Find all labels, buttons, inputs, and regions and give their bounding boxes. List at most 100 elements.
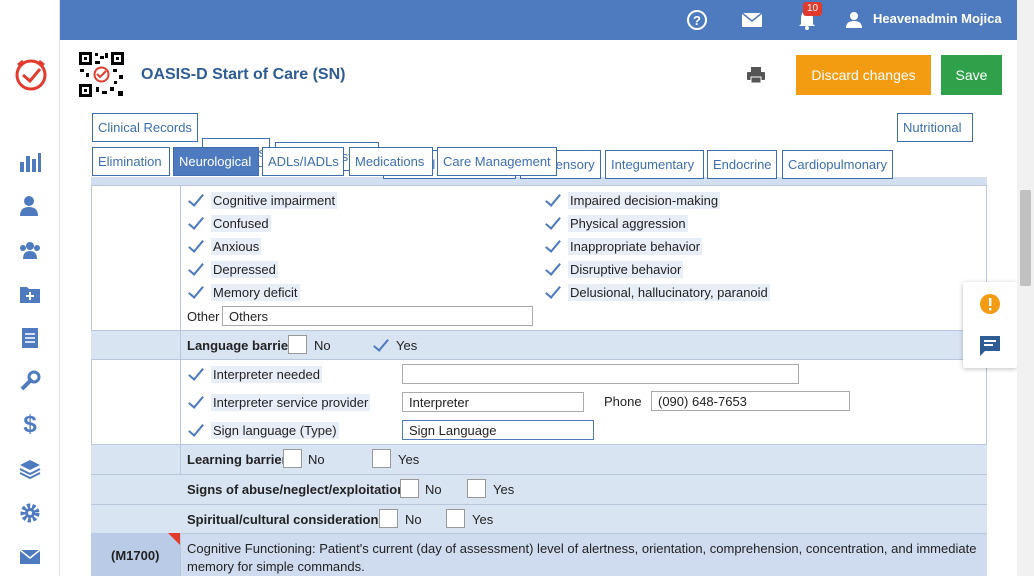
staff-group-icon[interactable] [15,235,45,265]
tab-neurological[interactable]: Neurological [173,147,259,176]
mental-status-disruptive-behavior-checkbox[interactable]: Disruptive behavior [544,259,684,279]
tab-adls-iadls[interactable]: ADLs/IADLs [262,147,344,176]
svg-text:?: ? [693,13,701,28]
page-title: OASIS-D Start of Care (SN) [141,66,346,83]
spiritual-yes-label: Yes [472,511,494,527]
alert-warning-icon[interactable] [979,293,1001,318]
m1700-title: Cognitive Functioning: [187,541,316,556]
abuse-yes-label: Yes [493,481,515,497]
language-barrier-label: Language barrier [187,337,294,353]
abuse-no-checkbox[interactable] [400,479,419,498]
tab-nutritional[interactable]: Nutritional [897,113,973,142]
learning-barrier-no-label: No [308,451,325,467]
document-icon[interactable] [15,323,45,353]
patient-icon[interactable] [15,191,45,221]
language-barrier-yes-label: Yes [396,337,418,353]
check-icon [544,238,560,254]
learning-barrier-label: Learning barrier [187,451,287,467]
mental-status-label: Memory deficit [211,283,300,301]
mental-status-label: Depressed [211,260,278,278]
billing-dollar-icon[interactable]: $ [15,410,45,440]
tab-clinical-records[interactable]: Clinical Records [92,113,198,142]
interpreter-needed-input[interactable] [402,364,799,384]
mental-status-delusional-hallucinatory-paranoid-checkbox[interactable]: Delusional, hallucinatory, paranoid [544,282,770,302]
mental-status-label: Impaired decision-making [568,191,721,209]
interpreter-service-provider-checkbox[interactable]: Interpreter service provider [187,392,371,412]
abuse-no-label: No [425,481,442,497]
sign-language-checkbox[interactable]: Sign language (Type) [187,420,339,440]
help-icon[interactable]: ? [686,8,708,32]
interpreter-service-provider-label: Interpreter service provider [211,393,371,411]
layers-icon[interactable] [15,454,45,484]
tab-elimination[interactable]: Elimination [92,147,170,176]
sign-language-type-input[interactable] [402,420,594,440]
dashboard-chart-icon[interactable] [15,147,45,177]
page-scrollbar[interactable] [1017,0,1034,576]
spiritual-yes-checkbox[interactable] [446,509,465,528]
check-icon [187,366,203,382]
mental-status-physical-aggression-checkbox[interactable]: Physical aggression [544,213,688,233]
spiritual-label: Spiritual/cultural considerations [187,511,386,527]
print-icon[interactable] [746,66,766,87]
tab-endocrine[interactable]: Endocrine [707,150,777,179]
save-button[interactable]: Save [941,55,1002,95]
mental-status-label: Delusional, hallucinatory, paranoid [568,283,770,301]
abuse-label: Signs of abuse/neglect/exploitation [187,481,406,497]
check-icon [187,284,203,300]
mental-status-label: Anxious [211,237,262,255]
learning-barrier-yes-checkbox[interactable] [372,449,391,468]
spiritual-no-checkbox[interactable] [379,509,398,528]
phone-input[interactable] [651,391,850,411]
spiritual-no-label: No [405,511,422,527]
abuse-yes-checkbox[interactable] [467,479,486,498]
mental-status-label: Cognitive impairment [211,191,338,209]
wrench-icon[interactable] [15,366,45,396]
mental-status-label: Disruptive behavior [568,260,684,278]
sidebar: $ [0,0,60,576]
user-name[interactable]: Heavenadmin Mojica [873,11,1002,26]
tab-cardiopulmonary[interactable]: Cardiopulmonary [782,150,893,179]
tab-integumentary[interactable]: Integumentary [605,150,704,179]
mental-status-cognitive-impairment-checkbox[interactable]: Cognitive impairment [187,190,338,210]
settings-gear-icon[interactable] [15,498,45,528]
language-barrier-no-checkbox[interactable] [288,335,307,354]
other-mental-status-input[interactable] [222,306,533,326]
messages-mail-icon[interactable] [741,8,763,32]
mental-status-label-cell [91,185,181,330]
mental-status-memory-deficit-checkbox[interactable]: Memory deficit [187,282,300,302]
notification-count-badge: 10 [803,2,823,16]
qr-code-icon [78,51,125,98]
mental-status-depressed-checkbox[interactable]: Depressed [187,259,278,279]
interpreter-needed-checkbox[interactable]: Interpreter needed [187,364,322,384]
phone-label: Phone [604,393,642,409]
language-barrier-yes-checkbox[interactable]: Yes [372,335,417,355]
mental-status-confused-checkbox[interactable]: Confused [187,213,271,233]
tab-care-management[interactable]: Care Management [437,147,557,176]
mental-status-inappropriate-behavior-checkbox[interactable]: Inappropriate behavior [544,236,703,256]
learning-barrier-no-checkbox[interactable] [283,449,302,468]
language-left-cell [91,330,181,444]
mental-status-label: Confused [211,214,271,232]
sign-language-label: Sign language (Type) [211,421,339,439]
check-icon [544,215,560,231]
mail-icon[interactable] [15,542,45,572]
tab-medications[interactable]: Medications [349,147,433,176]
chat-feedback-icon[interactable] [979,335,1001,360]
mental-status-impaired-decision-making-checkbox[interactable]: Impaired decision-making [544,190,721,210]
interpreter-provider-input[interactable] [402,392,584,412]
interpreter-needed-label: Interpreter needed [211,365,322,383]
mental-status-anxious-checkbox[interactable]: Anxious [187,236,262,256]
language-barrier-no-label: No [314,337,331,353]
scrollbar-thumb[interactable] [1020,190,1031,286]
folder-add-icon[interactable] [15,279,45,309]
check-icon [544,261,560,277]
app-logo-icon[interactable] [13,57,49,93]
check-icon [187,215,203,231]
learning-barrier-yes-label: Yes [398,451,420,467]
check-icon [187,422,203,438]
check-icon [187,192,203,208]
check-icon [372,337,388,353]
discard-changes-button[interactable]: Discard changes [796,55,931,95]
user-avatar-icon[interactable] [845,8,863,32]
check-icon [187,238,203,254]
